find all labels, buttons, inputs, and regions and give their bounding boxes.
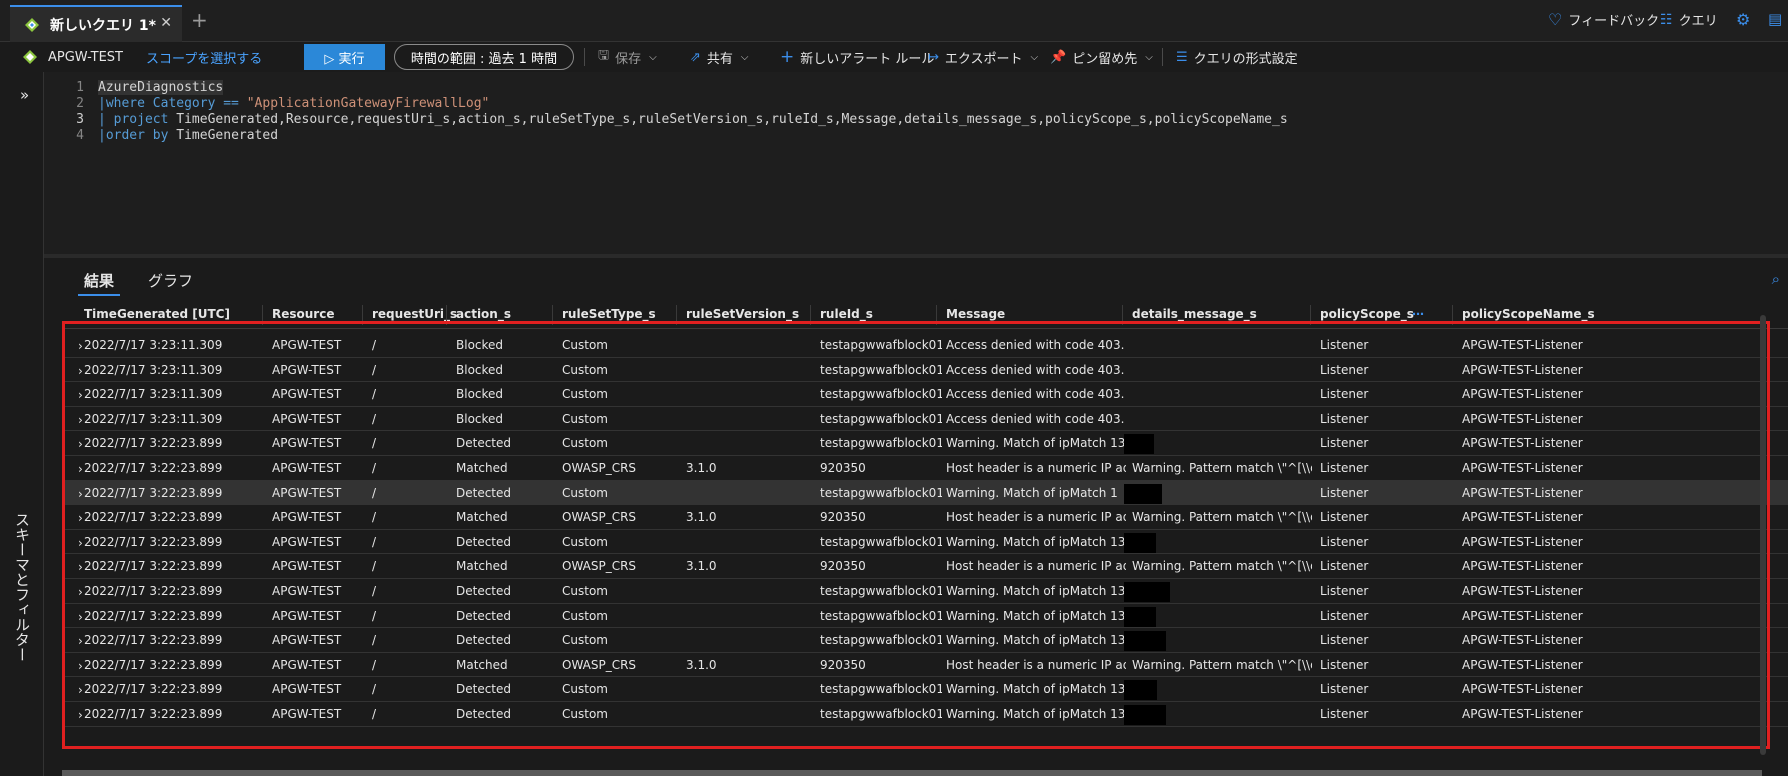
expand-sidebar-icon[interactable]: » xyxy=(20,86,29,104)
line-number: 3 xyxy=(76,112,84,127)
save-icon: 🖫 xyxy=(598,48,610,63)
format-query-button[interactable]: ☰ クエリの形式設定 xyxy=(1176,47,1298,67)
query-editor[interactable]: 1 AzureDiagnostics 2 |where Category == … xyxy=(44,72,1788,254)
column-header[interactable]: action_s xyxy=(456,307,511,321)
query-tab[interactable]: 新しいクエリ 1* ✕ xyxy=(10,5,182,42)
column-header[interactable]: requestUri_s xyxy=(372,307,457,321)
column-header[interactable]: ruleSetType_s xyxy=(562,307,656,321)
tab-title: 新しいクエリ 1* xyxy=(50,17,156,34)
code-keyword: | project xyxy=(98,112,177,127)
tab-results[interactable]: 結果 xyxy=(84,270,114,291)
code-text: AzureDiagnostics xyxy=(98,80,224,95)
code-rest: TimeGenerated,Resource,requestUri_s,acti… xyxy=(176,112,1288,127)
line-number: 2 xyxy=(76,96,84,111)
pin-label: ピン留め先 xyxy=(1072,51,1138,67)
log-analytics-icon xyxy=(25,17,39,32)
scope-indicator: APGW-TEST xyxy=(22,47,123,67)
line-number: 1 xyxy=(76,80,84,95)
schema-sidebar: » スキーマとフィルター xyxy=(0,72,44,776)
queries-icon: ☷ xyxy=(1660,11,1673,28)
tab-chart[interactable]: グラフ xyxy=(148,270,193,291)
pin-to-button[interactable]: 📌 ピン留め先 ⌵ xyxy=(1050,47,1153,67)
code-text: |order by TimeGenerated xyxy=(98,128,278,143)
horizontal-scrollbar[interactable] xyxy=(62,770,1762,776)
new-alert-label: 新しいアラート ルール xyxy=(800,51,935,67)
editor-line: 1 AzureDiagnostics xyxy=(44,80,1788,96)
run-button[interactable]: ▷ 実行 xyxy=(304,44,385,70)
feedback-button[interactable]: ♡ フィードバック xyxy=(1548,10,1659,29)
divider xyxy=(1162,48,1163,66)
scope-name: APGW-TEST xyxy=(48,49,123,65)
code-text: | project TimeGenerated,Resource,request… xyxy=(98,112,1288,127)
save-label: 保存 xyxy=(615,51,642,67)
save-button[interactable]: 🖫 保存 ⌵ xyxy=(598,47,657,67)
search-icon[interactable]: ⌕ xyxy=(1772,270,1780,288)
code-text: |where Category == "ApplicationGatewayFi… xyxy=(98,96,489,111)
code-rest: TimeGenerated xyxy=(176,128,279,143)
code-keyword: |where Category == xyxy=(98,96,247,111)
queries-button[interactable]: ☷ クエリ xyxy=(1660,10,1718,30)
book-icon[interactable]: ▤ xyxy=(1768,10,1782,28)
close-tab-icon[interactable]: ✕ xyxy=(160,15,172,31)
code-string: "ApplicationGatewayFirewallLog" xyxy=(246,96,490,111)
format-label: クエリの形式設定 xyxy=(1193,51,1298,67)
settings-gear-icon[interactable]: ⚙ xyxy=(1736,10,1750,29)
chevron-down-icon: ⌵ xyxy=(1145,51,1153,63)
chevron-down-icon: ⌵ xyxy=(1030,51,1039,63)
active-tab-indicator xyxy=(78,294,120,296)
chevron-down-icon: ⌵ xyxy=(740,51,749,63)
column-header[interactable]: ruleId_s xyxy=(820,307,873,321)
column-header[interactable]: details_message_s xyxy=(1132,307,1257,321)
code-keyword: |order by xyxy=(98,128,177,143)
column-header[interactable]: TimeGenerated [UTC] xyxy=(84,307,230,321)
column-header[interactable]: policyScope_s xyxy=(1320,307,1414,321)
plus-icon: + xyxy=(780,47,795,67)
heart-icon: ♡ xyxy=(1548,10,1563,29)
command-bar: APGW-TEST スコープを選択する ▷ 実行 時間の範囲 : 過去 1 時間… xyxy=(0,42,1788,72)
column-menu-icon[interactable]: ⋯ xyxy=(1412,307,1424,321)
divider xyxy=(584,48,585,66)
column-header[interactable]: ruleSetVersion_s xyxy=(686,307,799,321)
format-icon: ☰ xyxy=(1176,49,1188,65)
time-range-button[interactable]: 時間の範囲 : 過去 1 時間 xyxy=(394,44,574,70)
tab-bar: 新しいクエリ 1* ✕ + ♡ フィードバック ☷ クエリ ⚙ ▤ xyxy=(0,0,1788,42)
chevron-down-icon: ⌵ xyxy=(649,51,657,63)
editor-line: 3 | project TimeGenerated,Resource,reque… xyxy=(44,112,1788,128)
column-header[interactable]: policyScopeName_s xyxy=(1462,307,1595,321)
editor-line: 2 |where Category == "ApplicationGateway… xyxy=(44,96,1788,112)
editor-line: 4 |order by TimeGenerated xyxy=(44,128,1788,144)
pin-icon: 📌 xyxy=(1050,49,1067,65)
scope-resource-icon xyxy=(23,50,37,64)
column-header[interactable]: Message xyxy=(946,307,1005,321)
export-label: エクスポート xyxy=(944,51,1023,67)
column-header[interactable]: Resource xyxy=(272,307,334,321)
line-number: 4 xyxy=(76,128,84,143)
queries-label: クエリ xyxy=(1678,14,1718,29)
feedback-label: フィードバック xyxy=(1568,14,1660,29)
select-scope-link[interactable]: スコープを選択する xyxy=(146,47,262,67)
share-label: 共有 xyxy=(706,51,733,67)
share-icon: ⇗ xyxy=(690,49,701,65)
add-tab-icon[interactable]: + xyxy=(191,8,208,32)
grid-scrollbar[interactable] xyxy=(1760,315,1766,755)
export-button[interactable]: ↦ エクスポート ⌵ xyxy=(928,47,1038,67)
schema-filter-label[interactable]: スキーマとフィルター xyxy=(12,512,33,662)
new-alert-rule-button[interactable]: + 新しいアラート ルール xyxy=(780,47,934,67)
highlight-box xyxy=(62,321,1770,749)
share-button[interactable]: ⇗ 共有 ⌵ xyxy=(690,47,749,67)
export-icon: ↦ xyxy=(928,49,939,65)
